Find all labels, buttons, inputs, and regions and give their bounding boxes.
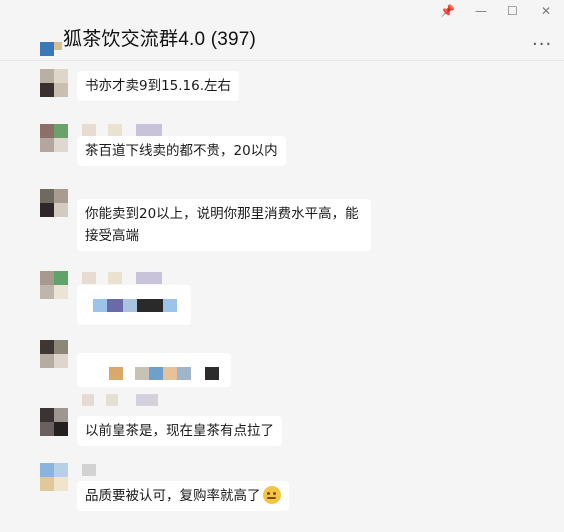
avatar[interactable] bbox=[40, 69, 68, 97]
group-avatar[interactable] bbox=[40, 42, 62, 56]
minimize-icon[interactable]: — bbox=[475, 4, 487, 18]
avatar[interactable] bbox=[40, 271, 68, 299]
message-text: 品质要被认可，复购率就高了 bbox=[85, 488, 261, 504]
avatar[interactable] bbox=[40, 408, 68, 436]
message-text: 书亦才卖9到15.16.左右 bbox=[85, 78, 232, 94]
message-text: 以前皇茶是，现在皇茶有点拉了 bbox=[85, 423, 274, 439]
thinking-face-icon bbox=[262, 486, 281, 504]
message-bubble[interactable] bbox=[77, 353, 231, 387]
message-text: 茶百道下线卖的都不贵，20以内 bbox=[85, 143, 278, 159]
chat-title: 狐茶饮交流群4.0 (397) bbox=[63, 29, 257, 50]
maximize-icon[interactable]: ☐ bbox=[507, 4, 518, 18]
close-icon[interactable]: ✕ bbox=[541, 4, 551, 18]
more-options-icon[interactable]: ··· bbox=[532, 34, 552, 55]
avatar[interactable] bbox=[40, 124, 68, 152]
avatar[interactable] bbox=[40, 340, 68, 368]
message-bubble[interactable]: 你能卖到20以上，说明你那里消费水平高，能接受高端 bbox=[77, 199, 371, 251]
pin-icon[interactable]: 📌 bbox=[440, 4, 455, 18]
avatar[interactable] bbox=[40, 189, 68, 217]
message-bubble[interactable]: 品质要被认可，复购率就高了 bbox=[77, 481, 289, 511]
message-list[interactable]: 书亦才卖9到15.16.左右 茶百道下线卖的都不贵，20以内 你能卖到20以上，… bbox=[0, 61, 564, 532]
message-bubble[interactable]: 书亦才卖9到15.16.左右 bbox=[77, 71, 240, 101]
message-bubble[interactable] bbox=[77, 285, 191, 325]
message-bubble[interactable]: 茶百道下线卖的都不贵，20以内 bbox=[77, 136, 286, 166]
message-text: 你能卖到20以上，说明你那里消费水平高，能接受高端 bbox=[85, 206, 359, 244]
avatar[interactable] bbox=[40, 463, 68, 491]
chat-title-bar: 狐茶饮交流群4.0 (397) 📌 — ☐ ✕ ··· bbox=[0, 0, 564, 61]
message-bubble[interactable]: 以前皇茶是，现在皇茶有点拉了 bbox=[77, 416, 282, 446]
